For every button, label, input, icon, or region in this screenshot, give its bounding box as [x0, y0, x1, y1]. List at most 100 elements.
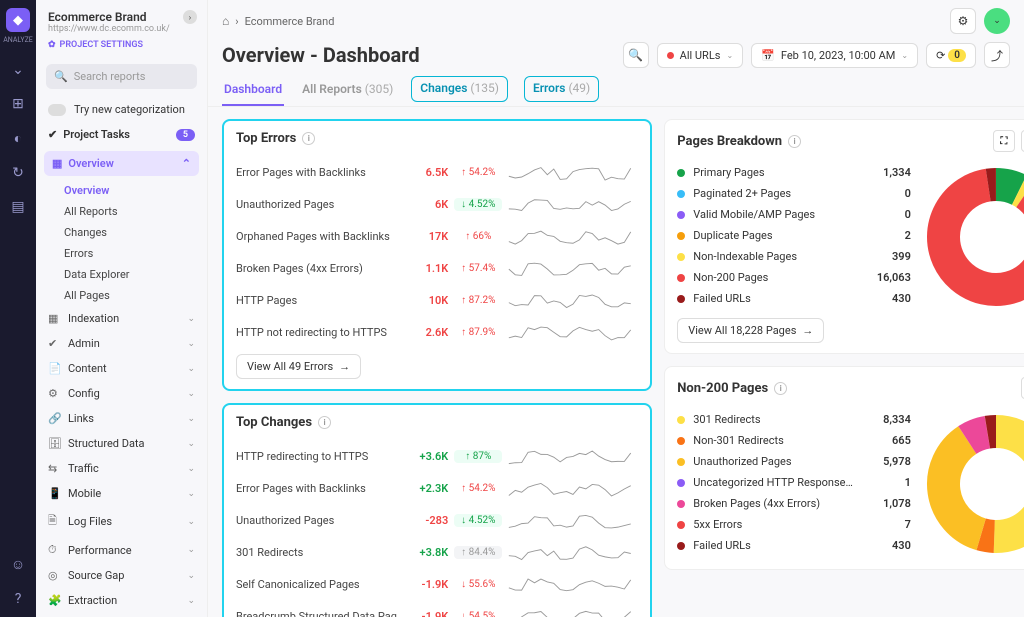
tab-dashboard[interactable]: Dashboard: [222, 76, 284, 106]
metric-row[interactable]: 301 Redirects+3.8K↑ 84.4%: [236, 536, 638, 568]
metric-row[interactable]: HTTP redirecting to HTTPS+3.6K↑ 87%: [236, 440, 638, 472]
sidebar-sub-all-reports[interactable]: All Reports: [36, 201, 207, 222]
legend-label: Primary Pages: [693, 166, 853, 179]
date-filter-dropdown[interactable]: 📅 Feb 10, 2023, 10:00 AM ⌄: [751, 43, 918, 68]
metric-row[interactable]: Breadcrumb Structured Data Pag…-1.9K↓ 54…: [236, 600, 638, 617]
legend-dot: [677, 253, 685, 261]
info-icon[interactable]: i: [788, 135, 801, 148]
settings-button[interactable]: ⚙: [950, 8, 976, 34]
sidebar-item-indexation[interactable]: ▦Indexation⌄: [36, 306, 207, 331]
donut-chart-pages: [921, 162, 1024, 312]
legend-row[interactable]: Non-Indexable Pages399: [677, 246, 911, 267]
sidebar-item-performance[interactable]: ⏱Performance⌄: [36, 537, 207, 563]
sparkline-chart: [508, 605, 638, 617]
expand-button[interactable]: ⛶: [993, 130, 1015, 152]
help-icon[interactable]: ?: [15, 591, 22, 607]
legend-row[interactable]: Duplicate Pages2: [677, 225, 911, 246]
grid-icon[interactable]: ⊞: [12, 96, 24, 112]
legend-row[interactable]: 301 Redirects8,334: [677, 409, 911, 430]
legend-value: 0: [861, 187, 911, 200]
collapse-sidebar-icon[interactable]: ›: [183, 10, 197, 24]
user-avatar-button[interactable]: ⌄: [984, 8, 1010, 34]
tab-errors[interactable]: Errors (49): [524, 76, 599, 102]
metric-row[interactable]: Broken Pages (4xx Errors)1.1K↑ 57.4%: [236, 252, 638, 284]
gear-icon: ⚙: [958, 14, 969, 28]
sparkline-chart: [508, 225, 638, 247]
info-icon[interactable]: i: [318, 416, 331, 429]
legend-row[interactable]: Primary Pages1,334: [677, 162, 911, 183]
arrow-right-icon: →: [339, 360, 350, 373]
icon-rail: ◆ ANALYZE ⌄ ⊞ ◐ ↻ ▤ ☺ ?: [0, 0, 36, 617]
sidebar-item-structured-data[interactable]: 🗄Structured Data⌄: [36, 431, 207, 456]
sidebar-item-source-gap[interactable]: ◎Source Gap⌄: [36, 563, 207, 588]
legend-label: Non-Indexable Pages: [693, 250, 853, 263]
app-logo[interactable]: ◆: [6, 8, 30, 32]
breadcrumb[interactable]: ⌂ › Ecommerce Brand: [222, 14, 334, 28]
tabs: Dashboard All Reports (305) Changes (135…: [208, 76, 1024, 107]
sidebar-item-content[interactable]: 📄Content⌄: [36, 356, 207, 381]
metric-row[interactable]: Error Pages with Backlinks6.5K↑ 54.2%: [236, 156, 638, 188]
sidebar-sub-changes[interactable]: Changes: [36, 222, 207, 243]
sidebar-item-admin[interactable]: ✔Admin⌄: [36, 331, 207, 356]
legend-row[interactable]: Non-200 Pages16,063: [677, 267, 911, 288]
sidebar-item-config[interactable]: ⚙Config⌄: [36, 381, 207, 406]
chevron-up-icon: ⌃: [182, 157, 191, 170]
project-settings-link[interactable]: ✿ PROJECT SETTINGS: [48, 40, 195, 50]
tab-all-reports[interactable]: All Reports (305): [300, 76, 395, 106]
smile-icon[interactable]: ☺: [11, 556, 25, 573]
sidebar-item-links[interactable]: 🔗Links⌄: [36, 406, 207, 431]
legend-value: 1: [861, 476, 911, 489]
clipboard-icon[interactable]: ▤: [11, 199, 24, 215]
sidebar-item-log-files[interactable]: 🗎Log Files⌄: [36, 506, 207, 537]
legend-value: 8,334: [861, 413, 911, 426]
sidebar-item-mobile[interactable]: 📱Mobile⌄: [36, 481, 207, 506]
metric-row[interactable]: Orphaned Pages with Backlinks17K↑ 66%: [236, 220, 638, 252]
chevron-down-icon: ⌄: [187, 389, 195, 399]
metric-row[interactable]: Unauthorized Pages6K↓ 4.52%: [236, 188, 638, 220]
project-tasks-link[interactable]: ✔ Project Tasks 5: [36, 122, 207, 147]
search-button[interactable]: 🔍: [623, 42, 649, 68]
chevron-down-icon[interactable]: ⌄: [12, 62, 24, 78]
legend-row[interactable]: Uncategorized HTTP Response…1: [677, 472, 911, 493]
url-filter-dropdown[interactable]: All URLs ⌄: [657, 43, 743, 68]
try-categorization-toggle[interactable]: Try new categorization: [36, 97, 207, 122]
metric-row[interactable]: HTTP not redirecting to HTTPS2.6K↑ 87.9%: [236, 316, 638, 348]
sidebar-sub-errors[interactable]: Errors: [36, 243, 207, 264]
refresh-button[interactable]: ⟳ 0: [926, 43, 976, 68]
view-all-errors-button[interactable]: View All 49 Errors→: [236, 354, 361, 379]
view-all-pages-button[interactable]: View All 18,228 Pages→: [677, 318, 824, 343]
share-button[interactable]: ⤴: [984, 42, 1010, 68]
metric-row[interactable]: Unauthorized Pages-283↓ 4.52%: [236, 504, 638, 536]
sidebar-sub-data-explorer[interactable]: Data Explorer: [36, 264, 207, 285]
metric-row[interactable]: Self Canonicalized Pages-1.9K↓ 55.6%: [236, 568, 638, 600]
globe-icon[interactable]: ◐: [14, 130, 22, 147]
legend-row[interactable]: Paginated 2+ Pages0: [677, 183, 911, 204]
sidebar-item-overview[interactable]: ▦ Overview ⌃: [44, 151, 199, 176]
info-icon[interactable]: i: [774, 382, 787, 395]
legend-row[interactable]: Unauthorized Pages5,978: [677, 451, 911, 472]
home-icon[interactable]: ⌂: [222, 14, 229, 28]
metric-label: HTTP not redirecting to HTTPS: [236, 326, 404, 339]
status-dot-icon: [667, 52, 674, 59]
sidebar-sub-all-pages[interactable]: All Pages: [36, 285, 207, 306]
metric-row[interactable]: HTTP Pages10K↑ 87.2%: [236, 284, 638, 316]
search-input[interactable]: 🔍 Search reports: [46, 64, 197, 89]
history-icon[interactable]: ↻: [12, 165, 24, 181]
sidebar-sub-overview[interactable]: Overview: [36, 180, 207, 201]
metric-delta: ↓ 55.6%: [454, 578, 502, 591]
metric-value: 10K: [410, 294, 448, 307]
metric-delta: ↑ 54.2%: [454, 482, 502, 495]
legend-row[interactable]: Failed URLs430: [677, 535, 911, 556]
sparkline-chart: [508, 321, 638, 343]
info-icon[interactable]: i: [302, 132, 315, 145]
metric-row[interactable]: Error Pages with Backlinks+2.3K↑ 54.2%: [236, 472, 638, 504]
tab-changes[interactable]: Changes (135): [411, 76, 508, 102]
nav-icon: ⚙: [48, 387, 60, 400]
legend-row[interactable]: 5xx Errors7: [677, 514, 911, 535]
legend-row[interactable]: Failed URLs430: [677, 288, 911, 309]
legend-row[interactable]: Broken Pages (4xx Errors)1,078: [677, 493, 911, 514]
legend-row[interactable]: Valid Mobile/AMP Pages0: [677, 204, 911, 225]
legend-row[interactable]: Non-301 Redirects665: [677, 430, 911, 451]
sidebar-item-traffic[interactable]: ⇆Traffic⌄: [36, 456, 207, 481]
sidebar-item-extraction[interactable]: 🧩Extraction⌄: [36, 588, 207, 613]
